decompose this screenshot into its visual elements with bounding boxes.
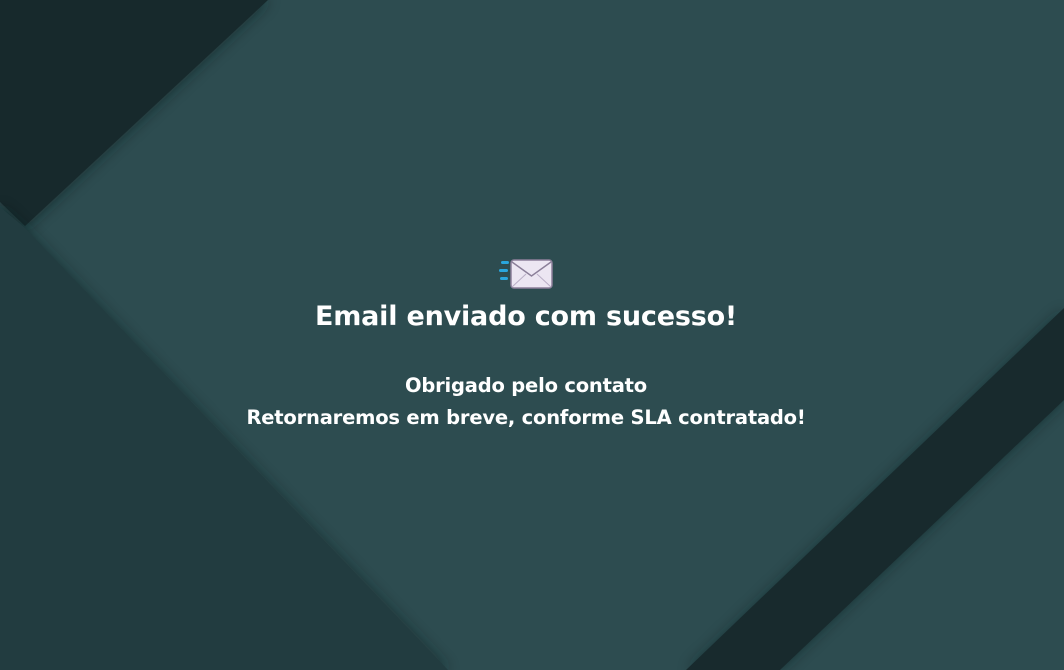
sla-text: Retornaremos em breve, conforme SLA cont… [246, 406, 806, 429]
envelope-with-arrow-icon [498, 257, 554, 291]
thank-you-text: Obrigado pelo contato [405, 374, 647, 397]
success-message: Email enviado com sucesso! Obrigado pelo… [0, 0, 1064, 670]
success-title: Email enviado com sucesso! [314, 301, 738, 332]
